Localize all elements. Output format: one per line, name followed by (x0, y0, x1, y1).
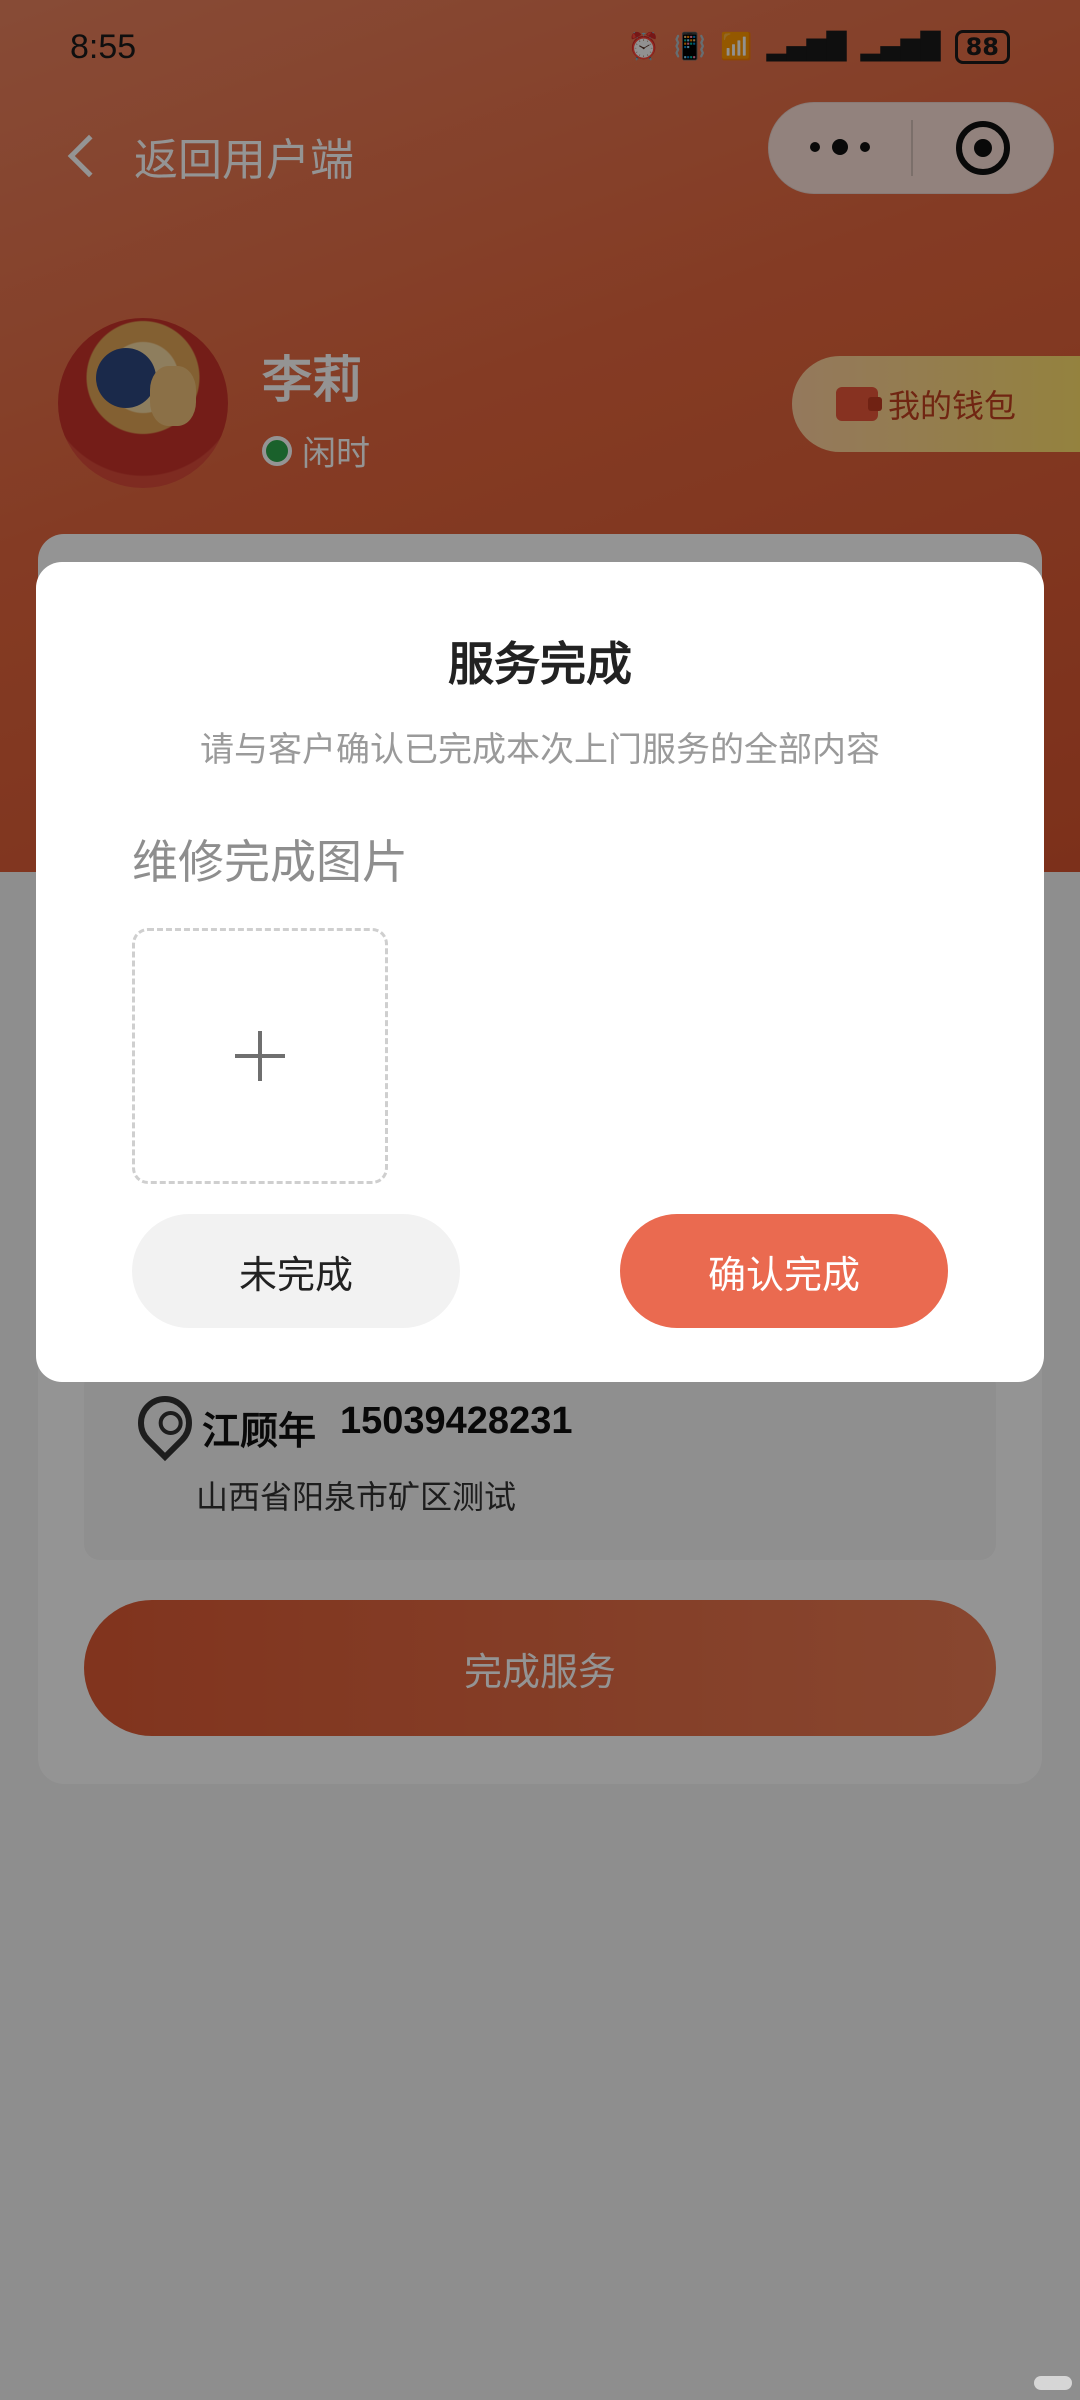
dialog-subtitle: 请与客户确认已完成本次上门服务的全部内容 (200, 730, 880, 770)
confirm-complete-button[interactable]: 确认完成 (620, 1214, 948, 1328)
service-complete-dialog: 服务完成 请与客户确认已完成本次上门服务的全部内容 维修完成图片 未完成 确认完… (36, 562, 1044, 1382)
home-indicator (1034, 2376, 1072, 2390)
dialog-title: 服务完成 (448, 637, 632, 691)
plus-icon (235, 1031, 285, 1081)
not-complete-button[interactable]: 未完成 (132, 1214, 460, 1328)
photo-upload-button[interactable] (132, 928, 388, 1184)
photo-section-label: 维修完成图片 (132, 835, 408, 889)
